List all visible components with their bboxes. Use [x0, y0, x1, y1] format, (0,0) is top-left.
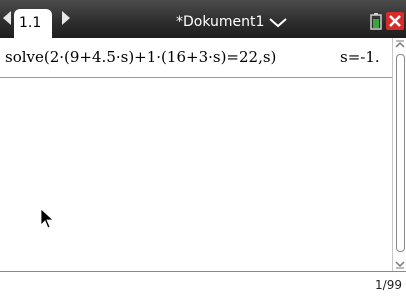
close-button[interactable]: [386, 12, 404, 30]
title-bar: 1.1 *Dokument1: [0, 0, 406, 38]
vertical-scrollbar[interactable]: [392, 38, 406, 271]
close-icon: [389, 15, 401, 27]
entry-expression[interactable]: solve(2·(9+4.5·s)+1·(16+3·s)=22,s): [5, 48, 276, 66]
document-menu-chevron-icon[interactable]: [269, 18, 287, 28]
scroll-up-arrow-icon[interactable]: [395, 40, 405, 50]
page-tab-label: 1.1: [19, 15, 42, 31]
history-entry[interactable]: solve(2·(9+4.5·s)+1·(16+3·s)=22,s) s=-1.: [0, 38, 392, 78]
previous-page-arrow-icon[interactable]: [3, 11, 11, 25]
mouse-pointer-icon: [40, 208, 54, 229]
next-page-arrow-icon[interactable]: [62, 11, 70, 25]
status-bar: 1/99: [0, 271, 406, 297]
document-title[interactable]: *Dokument1: [176, 14, 264, 30]
scroll-down-arrow-icon[interactable]: [395, 259, 405, 269]
page-tab[interactable]: 1.1: [14, 9, 52, 38]
scroll-thumb[interactable]: [396, 54, 405, 252]
battery-icon: [370, 13, 382, 30]
entry-result[interactable]: s=-1.: [340, 48, 380, 66]
calculator-history[interactable]: solve(2·(9+4.5·s)+1·(16+3·s)=22,s) s=-1.: [0, 38, 392, 271]
history-count: 1/99: [375, 278, 402, 292]
